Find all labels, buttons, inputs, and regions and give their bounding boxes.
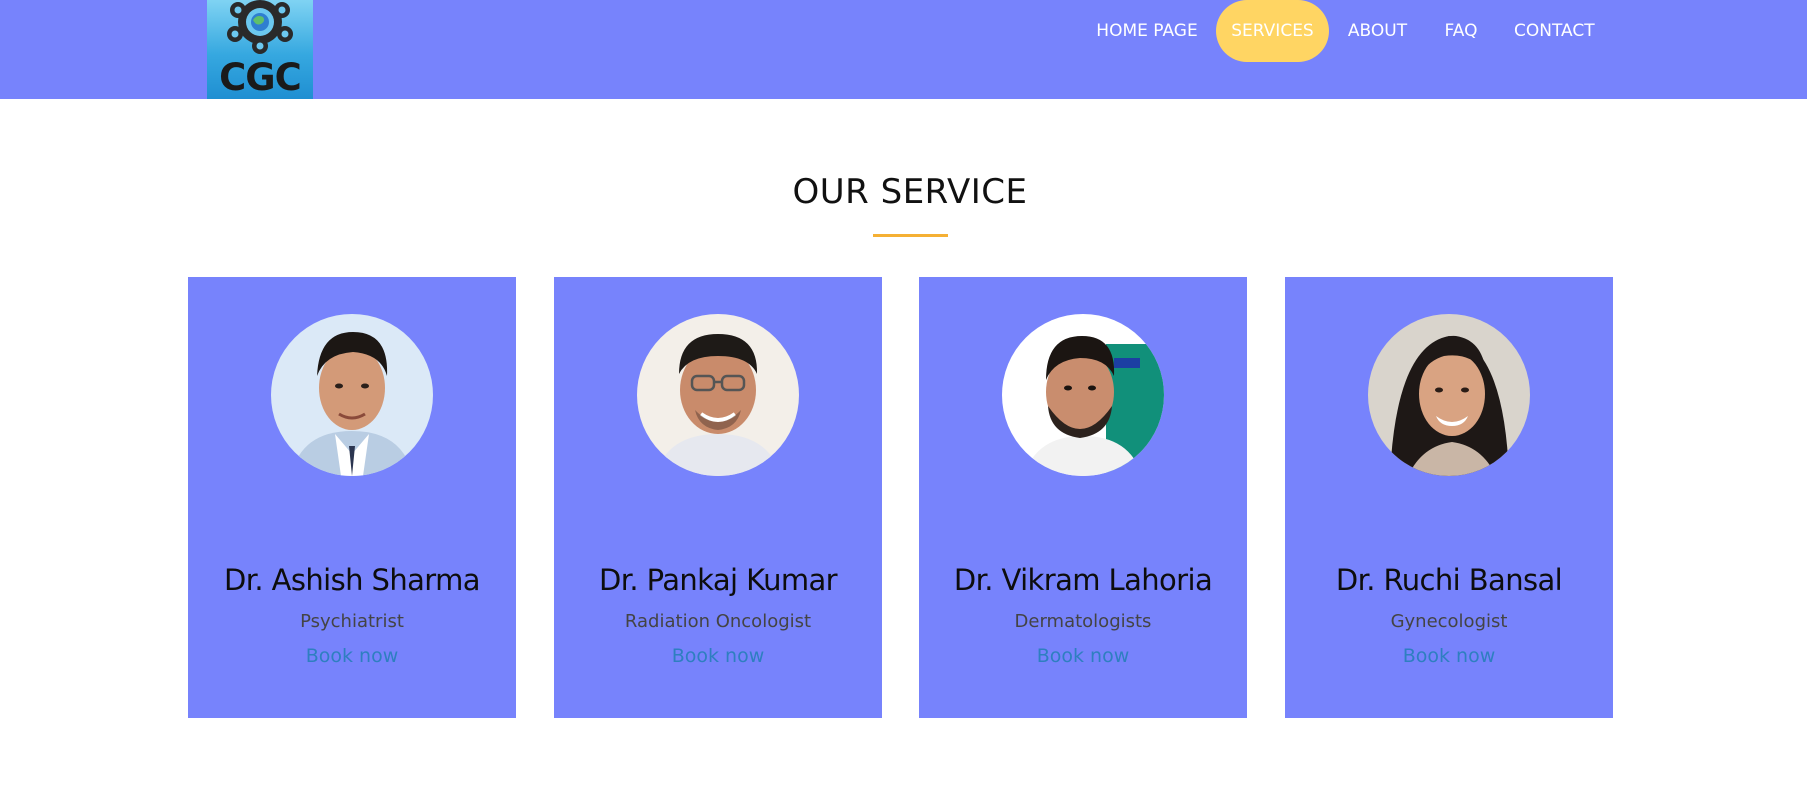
doctor-card: Dr. Vikram Lahoria Dermatologists Book n… bbox=[919, 277, 1247, 718]
doctor-card: Dr. Ruchi Bansal Gynecologist Book now bbox=[1285, 277, 1613, 718]
book-now-link[interactable]: Book now bbox=[554, 645, 882, 667]
nav-services[interactable]: SERVICES bbox=[1216, 0, 1329, 62]
doctor-avatar bbox=[1368, 314, 1530, 476]
nav-faq[interactable]: FAQ bbox=[1443, 0, 1479, 62]
title-underline bbox=[873, 234, 948, 237]
book-now-link[interactable]: Book now bbox=[1285, 645, 1613, 667]
doctor-specialty: Psychiatrist bbox=[300, 611, 404, 632]
doctor-name: Dr. Ruchi Bansal bbox=[1335, 563, 1563, 597]
doctor-name: Dr. Ashish Sharma bbox=[224, 563, 481, 597]
doctor-card: Dr. Ashish Sharma Psychiatrist Book now bbox=[188, 277, 516, 718]
doctor-avatar bbox=[271, 314, 433, 476]
doctor-avatar bbox=[1002, 314, 1164, 476]
book-now-link[interactable]: Book now bbox=[919, 645, 1247, 667]
gear-cluster-globe-icon bbox=[227, 0, 293, 54]
doctor-avatar bbox=[637, 314, 799, 476]
section-title: OUR SERVICE bbox=[792, 172, 1028, 212]
site-logo[interactable]: CGC bbox=[207, 0, 313, 99]
doctor-specialty: Dermatologists bbox=[1014, 611, 1152, 632]
doctor-name: Dr. Pankaj Kumar bbox=[599, 563, 838, 597]
doctor-specialty: Radiation Oncologist bbox=[624, 611, 812, 632]
nav-home-page[interactable]: HOME PAGE bbox=[1096, 0, 1198, 62]
site-header: CGC HOME PAGE SERVICES ABOUT FAQ CONTACT bbox=[0, 0, 1807, 99]
doctor-name: Dr. Vikram Lahoria bbox=[953, 563, 1213, 597]
logo-text: CGC bbox=[219, 56, 302, 99]
nav-about[interactable]: ABOUT bbox=[1347, 0, 1408, 62]
doctor-specialty: Gynecologist bbox=[1390, 611, 1508, 632]
book-now-link[interactable]: Book now bbox=[188, 645, 516, 667]
doctor-card: Dr. Pankaj Kumar Radiation Oncologist Bo… bbox=[554, 277, 882, 718]
nav-contact[interactable]: CONTACT bbox=[1514, 0, 1595, 62]
